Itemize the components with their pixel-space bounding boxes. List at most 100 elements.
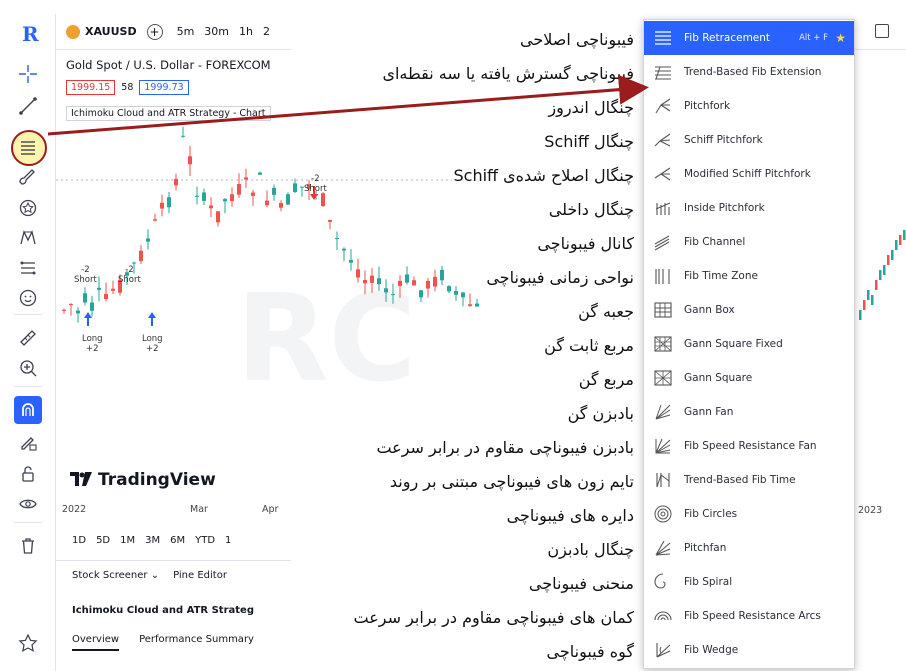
tab-pine-editor[interactable]: Pine Editor bbox=[173, 570, 227, 581]
fib-retracement-icon[interactable] bbox=[14, 134, 42, 162]
range-5d[interactable]: 5D bbox=[96, 535, 110, 546]
menu-item-pitchfan[interactable]: Pitchfan bbox=[644, 531, 854, 565]
range-1d[interactable]: 1D bbox=[72, 535, 86, 546]
candle-body bbox=[903, 230, 906, 240]
chart-top-bar: XAUUSD + 5m 30m 1h 2 bbox=[56, 14, 291, 50]
pitchfork-icon bbox=[652, 95, 674, 117]
menu-item-label: Pitchfan bbox=[684, 542, 727, 554]
fib-speed-arcs-icon bbox=[652, 605, 674, 627]
menu-item-fib-time[interactable]: Trend-Based Fib Time bbox=[644, 463, 854, 497]
timeframe-5m[interactable]: 5m bbox=[177, 25, 195, 38]
candle-body bbox=[468, 304, 472, 306]
menu-item-fib-speed-fan[interactable]: Fib Speed Resistance Fan bbox=[644, 429, 854, 463]
menu-item-label: Fib Wedge bbox=[684, 644, 739, 656]
sell-price[interactable]: 1999.15 bbox=[66, 80, 116, 95]
brush-icon[interactable] bbox=[14, 164, 42, 192]
crosshair-icon[interactable] bbox=[14, 60, 42, 88]
timeframe-2[interactable]: 2 bbox=[263, 25, 270, 38]
timeframe-1h[interactable]: 1h bbox=[239, 25, 253, 38]
tab-overview[interactable]: Overview bbox=[72, 634, 120, 651]
prediction-icon[interactable] bbox=[14, 254, 42, 282]
persian-label: چنگال اندروز bbox=[546, 98, 636, 128]
menu-item-fib-speed-arcs[interactable]: Fib Speed Resistance Arcs bbox=[644, 599, 854, 633]
range-3m[interactable]: 3M bbox=[145, 535, 160, 546]
menu-item-inside-pitchfork[interactable]: Inside Pitchfork bbox=[644, 191, 854, 225]
menu-item-fib-spiral[interactable]: Fib Spiral bbox=[644, 565, 854, 599]
toolbar-separator bbox=[14, 522, 42, 523]
menu-item-gann-square[interactable]: Gann Square bbox=[644, 361, 854, 395]
long-signal: Long +2 bbox=[142, 334, 163, 354]
trash-icon[interactable] bbox=[14, 532, 42, 560]
candle-body bbox=[370, 275, 374, 283]
trend-line-icon[interactable] bbox=[14, 92, 42, 120]
toolbar-separator bbox=[14, 314, 42, 315]
emoji-icon[interactable] bbox=[14, 284, 42, 312]
right-top-bar bbox=[855, 14, 906, 50]
fib-spiral-icon bbox=[652, 571, 674, 593]
candle-body bbox=[475, 303, 479, 307]
lock-icon[interactable] bbox=[14, 460, 42, 488]
eye-icon[interactable] bbox=[14, 490, 42, 518]
candle-body bbox=[335, 238, 339, 240]
gann-fan-icon bbox=[652, 401, 674, 423]
persian-label: چنگال Schiff bbox=[542, 132, 636, 162]
date-tick: Mar bbox=[190, 504, 208, 515]
symbol-name[interactable]: XAUUSD bbox=[85, 25, 137, 38]
candle-body bbox=[454, 291, 458, 295]
persian-label: دایره های فیبوناچی bbox=[504, 506, 636, 536]
candle-body bbox=[223, 199, 227, 202]
persian-label: منحنی فیبوناچی bbox=[526, 574, 636, 604]
favorite-patterns-icon[interactable] bbox=[14, 194, 42, 222]
tab-performance-summary[interactable]: Performance Summary bbox=[139, 634, 254, 651]
lock-drawing-icon[interactable] bbox=[14, 428, 42, 456]
layout-icon[interactable] bbox=[875, 24, 889, 38]
favorite-star-icon[interactable]: ★ bbox=[835, 31, 846, 45]
menu-item-modified-schiff[interactable]: Modified Schiff Pitchfork bbox=[644, 157, 854, 191]
timeframe-30m[interactable]: 30m bbox=[204, 25, 229, 38]
candle-body bbox=[859, 310, 862, 320]
date-range-bar: 1D 5D 1M 3M 6M YTD 1 bbox=[56, 528, 291, 552]
persian-label: گوه فیبوناچی bbox=[544, 642, 636, 671]
menu-item-gann-square-fixed[interactable]: Gann Square Fixed bbox=[644, 327, 854, 361]
strategy-tabs: Overview Performance Summary bbox=[72, 634, 254, 651]
chevron-down-icon: ⌄ bbox=[150, 570, 160, 581]
menu-item-schiff-pitchfork[interactable]: Schiff Pitchfork bbox=[644, 123, 854, 157]
candle-body bbox=[426, 280, 430, 289]
menu-item-fib-extension[interactable]: Trend-Based Fib Extension bbox=[644, 55, 854, 89]
fib-time-icon bbox=[652, 469, 674, 491]
persian-label: چنگال اصلاح شده‌ی Schiff bbox=[451, 166, 636, 196]
range-ytd[interactable]: YTD bbox=[195, 535, 215, 546]
menu-item-label: Trend-Based Fib Time bbox=[684, 474, 796, 486]
candle-body bbox=[181, 135, 185, 137]
range-1y[interactable]: 1 bbox=[225, 535, 231, 546]
candle-body bbox=[69, 304, 73, 306]
range-1m[interactable]: 1M bbox=[120, 535, 135, 546]
menu-item-label: Schiff Pitchfork bbox=[684, 134, 763, 146]
menu-item-pitchfork[interactable]: Pitchfork bbox=[644, 89, 854, 123]
xabcd-pattern-icon[interactable] bbox=[14, 224, 42, 252]
menu-item-fib-channel[interactable]: Fib Channel bbox=[644, 225, 854, 259]
menu-item-gann-fan[interactable]: Gann Fan bbox=[644, 395, 854, 429]
menu-item-fib-circles[interactable]: Fib Circles bbox=[644, 497, 854, 531]
candle-body bbox=[83, 293, 87, 303]
menu-item-fib-wedge[interactable]: Fib Wedge bbox=[644, 633, 854, 667]
compare-symbol-icon[interactable]: + bbox=[146, 23, 163, 40]
zoom-in-icon[interactable] bbox=[14, 354, 42, 382]
persian-label: مربع گن bbox=[576, 370, 636, 400]
menu-item-fib-time-zone[interactable]: Fib Time Zone bbox=[644, 259, 854, 293]
magnet-icon[interactable] bbox=[14, 396, 42, 424]
tab-stock-screener[interactable]: Stock Screener ⌄ bbox=[72, 570, 159, 581]
menu-item-fib-retracement[interactable]: Fib Retracement Alt + F ★ bbox=[644, 21, 854, 55]
buy-price[interactable]: 1999.73 bbox=[139, 80, 189, 95]
menu-item-label: Fib Circles bbox=[684, 508, 738, 520]
candle-body bbox=[384, 288, 388, 293]
fib-retracement-icon bbox=[652, 27, 674, 49]
tradingview-mark-icon bbox=[70, 471, 92, 490]
indicator-legend[interactable]: Ichimoku Cloud and ATR Strategy - Chart bbox=[66, 106, 271, 121]
menu-item-label: Fib Spiral bbox=[684, 576, 733, 588]
range-6m[interactable]: 6M bbox=[170, 535, 185, 546]
ruler-icon[interactable] bbox=[14, 324, 42, 352]
menu-item-label: Fib Speed Resistance Arcs bbox=[684, 610, 821, 622]
menu-item-gann-box[interactable]: Gann Box bbox=[644, 293, 854, 327]
star-icon[interactable] bbox=[14, 629, 42, 657]
